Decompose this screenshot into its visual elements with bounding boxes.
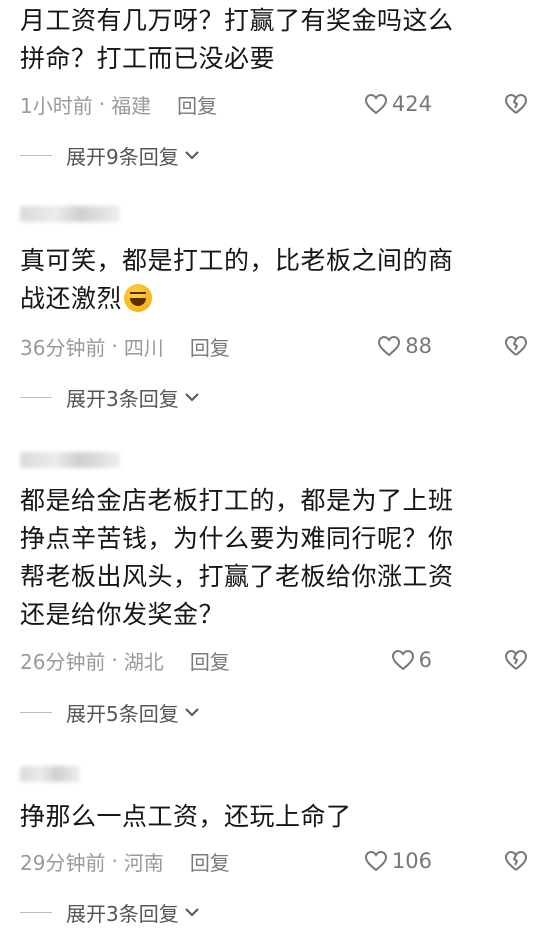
comment-location: 湖北 bbox=[123, 649, 164, 674]
chevron-down-icon bbox=[185, 151, 199, 160]
separator-dot: · bbox=[111, 648, 118, 672]
expand-replies-label: 展开3条回复 bbox=[66, 901, 179, 926]
like-button[interactable]: 424 bbox=[364, 86, 432, 122]
divider-line bbox=[20, 396, 52, 398]
broken-heart-icon[interactable] bbox=[504, 849, 528, 873]
expand-replies-label: 展开5条回复 bbox=[66, 701, 179, 726]
comment-text: 都是给金店老板打工的，都是为了上班 挣点辛苦钱，为什么要为难同行呢？你 帮老板出… bbox=[20, 486, 454, 629]
username-blurred bbox=[20, 206, 120, 222]
comment-time: 26分钟前 bbox=[20, 649, 106, 674]
expand-replies-label: 展开9条回复 bbox=[66, 144, 179, 169]
like-count: 424 bbox=[391, 92, 432, 116]
like-button[interactable]: 88 bbox=[377, 328, 432, 364]
broken-heart-icon[interactable] bbox=[504, 92, 528, 116]
like-count: 6 bbox=[418, 648, 432, 672]
like-count: 106 bbox=[391, 849, 432, 873]
broken-heart-icon[interactable] bbox=[504, 334, 528, 358]
comment-time: 29分钟前 bbox=[20, 850, 106, 875]
divider-line bbox=[20, 154, 52, 156]
reply-button[interactable]: 回复 bbox=[190, 332, 230, 361]
comment-meta: 26分钟前 · 湖北 回复 6 bbox=[20, 642, 530, 678]
comment-text: 挣那么一点工资，还玩上命了 bbox=[20, 802, 352, 831]
username-blurred bbox=[20, 766, 80, 782]
username-blurred bbox=[20, 452, 120, 468]
comment-location: 福建 bbox=[111, 93, 152, 118]
reply-button[interactable]: 回复 bbox=[190, 847, 230, 876]
comment-text-content: 真可笑，都是打工的，比老板之间的商 战还激烈 bbox=[20, 246, 454, 313]
like-button[interactable]: 106 bbox=[364, 843, 432, 879]
broken-heart-icon[interactable] bbox=[504, 648, 528, 672]
expand-replies-button[interactable]: 展开5条回复 bbox=[20, 696, 200, 728]
comment-meta: 29分钟前 · 河南 回复 106 bbox=[20, 843, 530, 879]
reply-button[interactable]: 回复 bbox=[177, 90, 217, 119]
expand-replies-button[interactable]: 展开3条回复 bbox=[20, 896, 200, 928]
like-count: 88 bbox=[405, 334, 432, 358]
heart-outline-icon bbox=[378, 335, 401, 357]
comment-location: 河南 bbox=[123, 850, 164, 875]
heart-outline-icon bbox=[364, 850, 387, 872]
expand-replies-label: 展开3条回复 bbox=[66, 386, 179, 411]
chevron-down-icon bbox=[185, 393, 199, 402]
expand-replies-button[interactable]: 展开9条回复 bbox=[20, 139, 200, 171]
comment-time: 1小时前 bbox=[20, 93, 93, 118]
chevron-down-icon bbox=[185, 708, 199, 717]
like-button[interactable]: 6 bbox=[391, 642, 432, 678]
comment-time: 36分钟前 bbox=[20, 335, 106, 360]
reply-button[interactable]: 回复 bbox=[190, 646, 230, 675]
comment-meta: 36分钟前 · 四川 回复 88 bbox=[20, 328, 530, 364]
comment-text: 月工资有几万呀？打赢了有奖金吗这么 拼命？打工而已没必要 bbox=[20, 6, 454, 73]
divider-line bbox=[20, 711, 52, 713]
expand-replies-button[interactable]: 展开3条回复 bbox=[20, 381, 200, 413]
comment-location: 四川 bbox=[123, 335, 164, 360]
heart-outline-icon bbox=[391, 649, 414, 671]
separator-dot: · bbox=[111, 849, 118, 873]
laughing-emoji-icon bbox=[124, 284, 153, 312]
comment-meta: 1小时前 · 福建 回复 424 bbox=[20, 86, 530, 122]
divider-line bbox=[20, 911, 52, 913]
comment-text: 真可笑，都是打工的，比老板之间的商 战还激烈 bbox=[20, 242, 530, 318]
separator-dot: · bbox=[98, 92, 106, 116]
separator-dot: · bbox=[111, 334, 118, 358]
heart-outline-icon bbox=[364, 93, 387, 115]
chevron-down-icon bbox=[185, 908, 199, 917]
